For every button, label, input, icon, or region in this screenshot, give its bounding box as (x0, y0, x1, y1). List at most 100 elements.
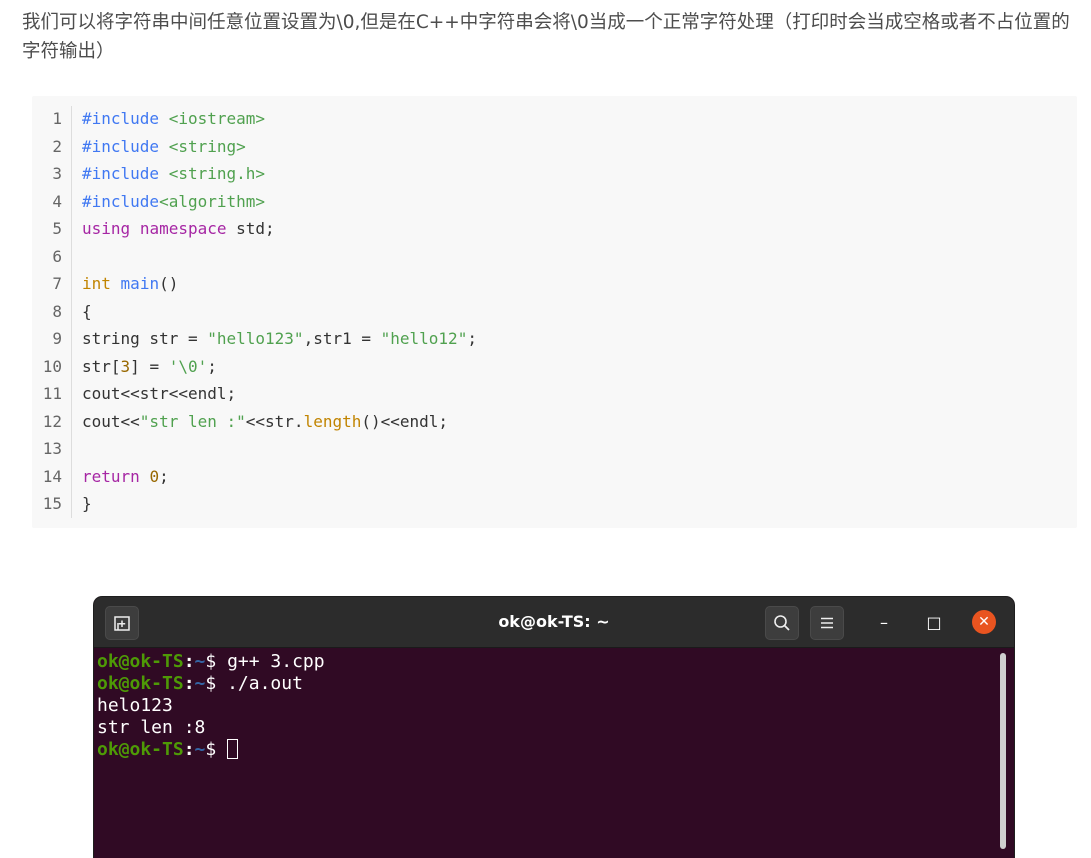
code-token: namespace (139, 219, 227, 238)
code-token: <algorithm> (159, 191, 266, 211)
terminal-output[interactable]: ok@ok-TS:~$ g++ 3.cpp ok@ok-TS:~$ ./a.out… (97, 651, 997, 761)
code-token: using (82, 219, 131, 238)
code-token: '\0' (168, 356, 208, 376)
search-icon (774, 615, 790, 631)
line-number: 2 (52, 136, 62, 156)
code-text: str[3] = '\0'; (82, 353, 217, 381)
maximize-button[interactable]: □ (922, 610, 946, 634)
prompt-path: ~ (194, 739, 206, 760)
search-button[interactable] (765, 606, 799, 640)
code-text: #include <string.h> (82, 160, 265, 188)
line-number: 12 (42, 411, 62, 431)
line-number: 15 (42, 494, 62, 513)
code-token: std; (226, 219, 275, 238)
code-token: 0 (149, 466, 160, 486)
code-line: 1 #include <iostream> (32, 105, 1077, 133)
command-text: ./a.out (227, 673, 303, 694)
line-number: 9 (52, 329, 62, 348)
prompt-symbol: $ (205, 739, 228, 760)
prompt-symbol: $ (205, 651, 228, 672)
prompt-path: ~ (194, 673, 206, 694)
terminal-cursor (227, 739, 239, 759)
line-number: 6 (52, 246, 62, 266)
line-number: 8 (52, 301, 62, 321)
code-token: 3 (120, 356, 131, 376)
intro-paragraph: 我们可以将字符串中间任意位置设置为\0,但是在C++中字符串会将\0当成一个正常… (22, 12, 1070, 62)
code-token: string str = (82, 329, 208, 348)
line-number: 14 (42, 466, 62, 486)
code-token: #include (82, 164, 169, 183)
code-token: length (303, 411, 362, 431)
line-number: 5 (52, 219, 62, 238)
code-line: 12 cout<<"str len :"<<str.length()<<endl; (32, 408, 1077, 436)
code-line: 8{ (32, 298, 1077, 326)
minimize-button[interactable]: – (872, 610, 896, 634)
code-token: <iostream> (168, 109, 266, 128)
line-number: 13 (42, 439, 62, 458)
code-token: <string> (168, 136, 246, 156)
code-token: "hello12" (380, 329, 468, 348)
code-text: string str = "hello123",str1 = "hello12"… (82, 325, 477, 353)
prompt-user: ok@ok-TS (97, 651, 184, 672)
code-token: #include (82, 191, 160, 211)
code-token: #include (82, 136, 169, 156)
prompt-separator: : (183, 673, 195, 694)
code-token: cout<<str<<endl; (82, 384, 237, 403)
code-block: 1 #include <iostream> 2 #include <string> 3 #… (32, 96, 1077, 528)
code-token: <string.h> (168, 164, 266, 183)
code-text: cout<<"str len :"<<str.length()<<endl; (82, 408, 448, 436)
close-icon: ✕ (978, 614, 990, 630)
terminal-line: ok@ok-TS:~$ g++ 3.cpp (97, 651, 997, 673)
line-number: 1 (52, 109, 62, 128)
code-token: main (120, 274, 160, 293)
terminal-scrollbar[interactable] (1000, 653, 1006, 849)
code-token: "str len :" (139, 411, 246, 431)
line-number: 11 (42, 384, 62, 403)
code-text: using namespace std; (82, 215, 275, 243)
code-text: #include <iostream> (82, 105, 265, 133)
output-text: helo123 (97, 695, 173, 716)
code-line: 4 #include<algorithm> (32, 188, 1077, 216)
code-token: { (82, 301, 92, 321)
code-line: 10 str[3] = '\0'; (32, 353, 1077, 381)
close-button[interactable]: ✕ (972, 610, 996, 634)
terminal-titlebar[interactable]: ok@ok-TS: ~ – □ ✕ (94, 597, 1014, 648)
code-line: 6 (32, 243, 1077, 271)
terminal-line: str len :8 (97, 717, 997, 739)
command-text: g++ 3.cpp (227, 651, 325, 672)
code-line: 11 cout<<str<<endl; (32, 380, 1077, 408)
code-text: int main() (82, 270, 178, 298)
code-token: () (159, 274, 179, 293)
code-token: ,str1 = (303, 329, 381, 348)
code-token: <<str. (245, 411, 304, 431)
code-text: #include <string> (82, 133, 246, 161)
terminal-window: ok@ok-TS: ~ – □ ✕ ok@ok-TS:~$ g++ 3.cpp o… (94, 597, 1014, 858)
code-token: int (82, 274, 111, 293)
code-line: 7 int main() (32, 270, 1077, 298)
code-line: 5 using namespace std; (32, 215, 1077, 243)
prompt-user: ok@ok-TS (97, 673, 184, 694)
code-text: { (82, 298, 92, 326)
terminal-line: ok@ok-TS:~$ (97, 739, 997, 761)
prompt-path: ~ (194, 651, 206, 672)
code-text: } (82, 490, 92, 518)
code-line: 2 #include <string> (32, 133, 1077, 161)
code-text: #include<algorithm> (82, 188, 265, 216)
prompt-separator: : (183, 739, 195, 760)
code-line: 14 return 0; (32, 463, 1077, 491)
code-token: ; (207, 356, 217, 376)
code-token: #include (82, 109, 169, 128)
code-line: 9 string str = "hello123",str1 = "hello12… (32, 325, 1077, 353)
menu-button[interactable] (810, 606, 844, 640)
hamburger-menu-icon (821, 617, 833, 629)
code-token: return (82, 466, 140, 486)
code-token: cout<< (82, 411, 140, 431)
code-line: 13 (32, 435, 1077, 463)
output-text: str len :8 (97, 717, 206, 738)
code-token: ] = (130, 356, 169, 376)
prompt-user: ok@ok-TS (97, 739, 184, 760)
terminal-line: helo123 (97, 695, 997, 717)
